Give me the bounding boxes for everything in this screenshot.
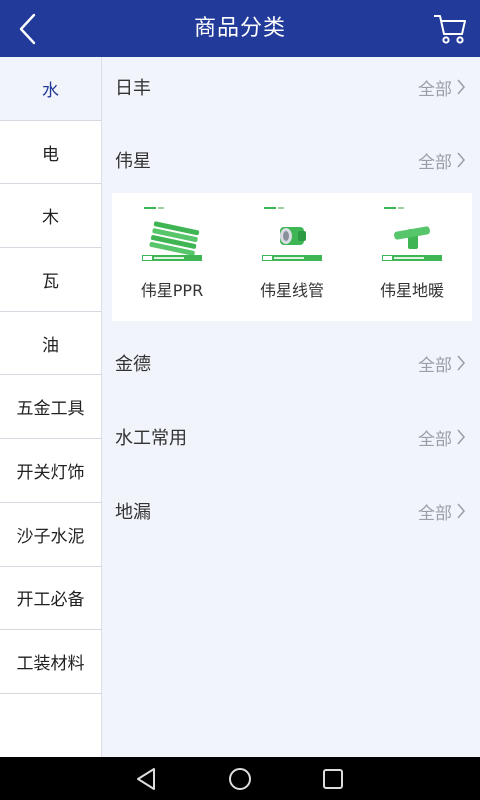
view-all-label: 全部 <box>418 503 452 524</box>
sidebar-item-switch-lighting[interactable]: 开关灯饰 <box>0 439 101 503</box>
sidebar-item-tile[interactable]: 瓦 <box>0 248 101 312</box>
sidebar-item-electric[interactable]: 电 <box>0 121 101 185</box>
brand-row-rifeng[interactable]: 日丰 全部 <box>103 57 480 117</box>
brand-name: 日丰 <box>115 78 151 99</box>
view-all-label: 全部 <box>418 355 452 376</box>
product-name: 伟星地暖 <box>379 281 444 300</box>
cart-button[interactable] <box>432 12 468 46</box>
brand-name: 金德 <box>115 354 151 375</box>
view-all-label: 全部 <box>418 429 452 450</box>
brand-row-plumbing-common[interactable]: 水工常用 全部 <box>103 407 480 467</box>
view-all-label: 全部 <box>418 152 452 173</box>
cart-icon <box>434 15 466 44</box>
view-all-link[interactable]: 全部 <box>418 499 466 524</box>
view-all-link[interactable]: 全部 <box>418 425 466 450</box>
brand-row-weixing[interactable]: 伟星 全部 <box>103 130 480 190</box>
system-nav-bar <box>0 757 480 800</box>
brand-name: 伟星 <box>115 151 151 172</box>
brand-name: 水工常用 <box>115 428 187 449</box>
sidebar-item-sand-cement[interactable]: 沙子水泥 <box>0 503 101 567</box>
product-name: 伟星PPR <box>140 281 204 300</box>
sidebar-item-wood[interactable]: 木 <box>0 184 101 249</box>
sidebar-item-water[interactable]: 水 <box>0 57 101 121</box>
view-all-label: 全部 <box>418 79 452 100</box>
sidebar-item-start-essentials[interactable]: 开工必备 <box>0 567 101 631</box>
weixing-product-panel: 伟星PPR 伟星线管 伟星地暖 <box>112 193 472 321</box>
floor-heating-fitting-image <box>380 205 444 269</box>
circle-home-icon[interactable] <box>227 766 253 792</box>
product-name: 伟星线管 <box>259 281 324 300</box>
chevron-right-icon <box>457 503 465 519</box>
brand-name: 地漏 <box>115 502 151 523</box>
product-card-conduit[interactable]: 伟星线管 <box>232 193 352 321</box>
view-all-link[interactable]: 全部 <box>418 148 466 173</box>
chevron-right-icon <box>457 152 465 168</box>
conduit-fitting-image <box>260 205 324 269</box>
brand-row-jinde[interactable]: 金德 全部 <box>103 333 480 393</box>
product-card-floor-heating[interactable]: 伟星地暖 <box>352 193 472 321</box>
app-header: 商品分类 <box>0 0 480 57</box>
chevron-right-icon <box>457 429 465 445</box>
ppr-pipe-image <box>140 205 204 269</box>
chevron-right-icon <box>457 79 465 95</box>
brand-list: 日丰 全部 伟星 全部 伟星PPR 伟星线管 伟星地暖 金德 全部 水工常用 全… <box>103 57 480 757</box>
product-card-ppr[interactable]: 伟星PPR <box>112 193 232 321</box>
sidebar-item-hardware-tools[interactable]: 五金工具 <box>0 375 101 440</box>
view-all-link[interactable]: 全部 <box>418 351 466 376</box>
chevron-right-icon <box>457 355 465 371</box>
triangle-back-icon[interactable] <box>134 766 160 792</box>
view-all-link[interactable]: 全部 <box>418 75 466 100</box>
sidebar-item-fitout-materials[interactable]: 工装材料 <box>0 630 101 694</box>
brand-row-floor-drain[interactable]: 地漏 全部 <box>103 481 480 541</box>
category-sidebar: 水 电 木 瓦 油 五金工具 开关灯饰 沙子水泥 开工必备 工装材料 <box>0 57 102 757</box>
sidebar-item-paint[interactable]: 油 <box>0 312 101 376</box>
page-title: 商品分类 <box>193 16 286 41</box>
square-recents-icon[interactable] <box>320 766 346 792</box>
